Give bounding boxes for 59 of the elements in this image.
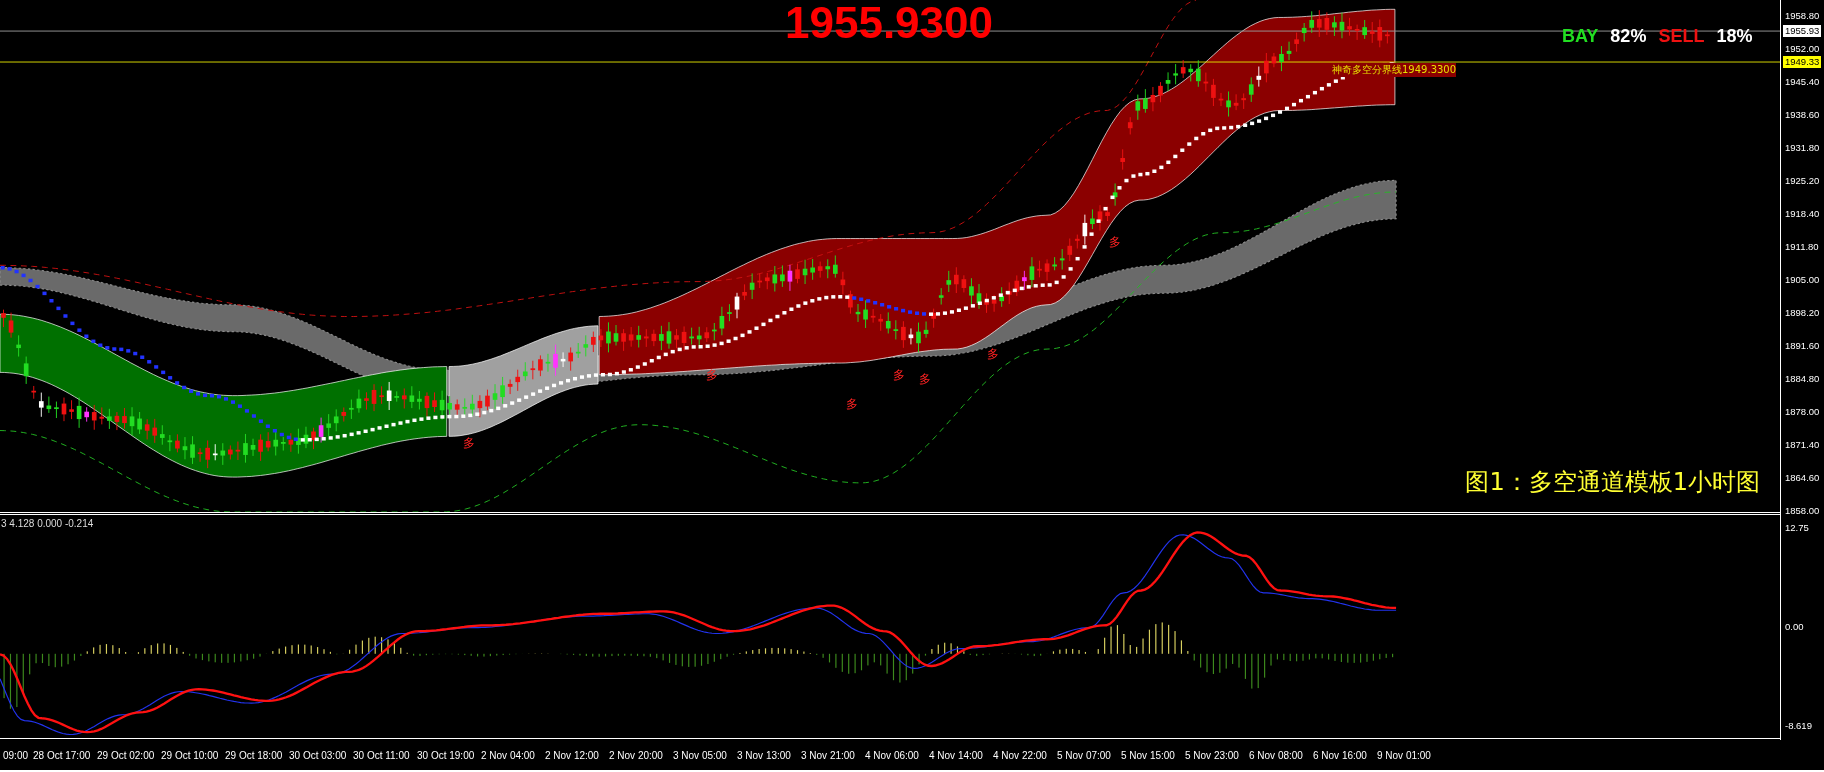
price-tick: 1952.00 <box>1784 43 1821 55</box>
bid-price-tag: 1955.93 <box>1783 25 1822 37</box>
indicator-tick: 0.00 <box>1784 621 1805 633</box>
time-tick: 29 Oct 18:00 <box>225 749 284 761</box>
price-tick: 1891.60 <box>1784 340 1821 352</box>
time-tick: 29 Oct 02:00 <box>97 749 156 761</box>
buy-percent: 82% <box>1610 26 1647 47</box>
price-tick: 1911.80 <box>1784 241 1820 253</box>
time-tick: 29 Oct 10:00 <box>161 749 220 761</box>
time-tick: 6 Nov 16:00 <box>1313 749 1368 761</box>
time-tick: 30 Oct 03:00 <box>289 749 348 761</box>
signal-marker: 多 <box>893 368 906 383</box>
signal-marker: 多 <box>986 347 999 362</box>
price-tick: 1858.00 <box>1784 505 1821 517</box>
time-tick: 3 Nov 13:00 <box>737 749 792 761</box>
time-tick: 2 Nov 20:00 <box>609 749 664 761</box>
price-tick: 1884.80 <box>1784 373 1821 385</box>
price-tick: 1945.40 <box>1784 76 1821 88</box>
time-tick: 5 Nov 15:00 <box>1121 749 1176 761</box>
price-tick: 1958.80 <box>1784 10 1821 22</box>
price-tick: 1871.40 <box>1784 439 1821 451</box>
price-tick: 1864.60 <box>1784 472 1821 484</box>
time-tick: 30 Oct 19:00 <box>417 749 476 761</box>
time-tick: 5 Nov 23:00 <box>1185 749 1240 761</box>
sell-label: SELL <box>1658 26 1705 47</box>
time-tick: 2 Nov 12:00 <box>545 749 600 761</box>
time-tick: 4 Nov 22:00 <box>993 749 1048 761</box>
price-tick: 1925.20 <box>1784 175 1821 187</box>
signal-marker: 多 <box>919 371 932 386</box>
time-tick: 9 Nov 01:00 <box>1377 749 1432 761</box>
price-tick: 1898.20 <box>1784 307 1821 319</box>
indicator-values: 3 4.128 0.000 -0.214 <box>1 518 94 529</box>
buy-label: BAY <box>1562 26 1599 47</box>
time-tick: 28 Oct 17:00 <box>33 749 92 761</box>
divider-line-label: 神奇多空分界线1949.3300 <box>1332 63 1457 77</box>
price-tick: 1905.00 <box>1784 274 1821 286</box>
divider-price-tag: 1949.33 <box>1783 56 1822 68</box>
time-tick: 30 Oct 11:00 <box>353 749 411 761</box>
time-tick: 5 Nov 07:00 <box>1057 749 1112 761</box>
time-tick: 09:00 <box>2 749 30 761</box>
time-tick: 3 Nov 05:00 <box>673 749 728 761</box>
price-tick: 1931.80 <box>1784 142 1821 154</box>
price-tick: 1878.00 <box>1784 406 1821 418</box>
price-tick: 1918.40 <box>1784 208 1821 220</box>
signal-marker: 多 <box>463 435 476 450</box>
signal-marker: 多 <box>1108 234 1121 249</box>
current-price: 1955.9300 <box>785 0 993 48</box>
time-tick: 4 Nov 06:00 <box>865 749 920 761</box>
signal-marker: 多 <box>845 397 858 412</box>
indicator-tick: -8.619 <box>1784 720 1813 732</box>
time-tick: 3 Nov 21:00 <box>801 749 856 761</box>
price-tick: 1938.60 <box>1784 109 1821 121</box>
sell-percent: 18% <box>1716 26 1753 47</box>
indicator-tick: 12.75 <box>1784 522 1810 534</box>
time-tick: 6 Nov 08:00 <box>1249 749 1304 761</box>
time-tick: 2 Nov 04:00 <box>481 749 536 761</box>
chart-caption: 图1：多空通道模板1小时图 <box>1465 467 1760 498</box>
time-tick: 4 Nov 14:00 <box>929 749 984 761</box>
signal-marker: 多 <box>706 368 719 383</box>
